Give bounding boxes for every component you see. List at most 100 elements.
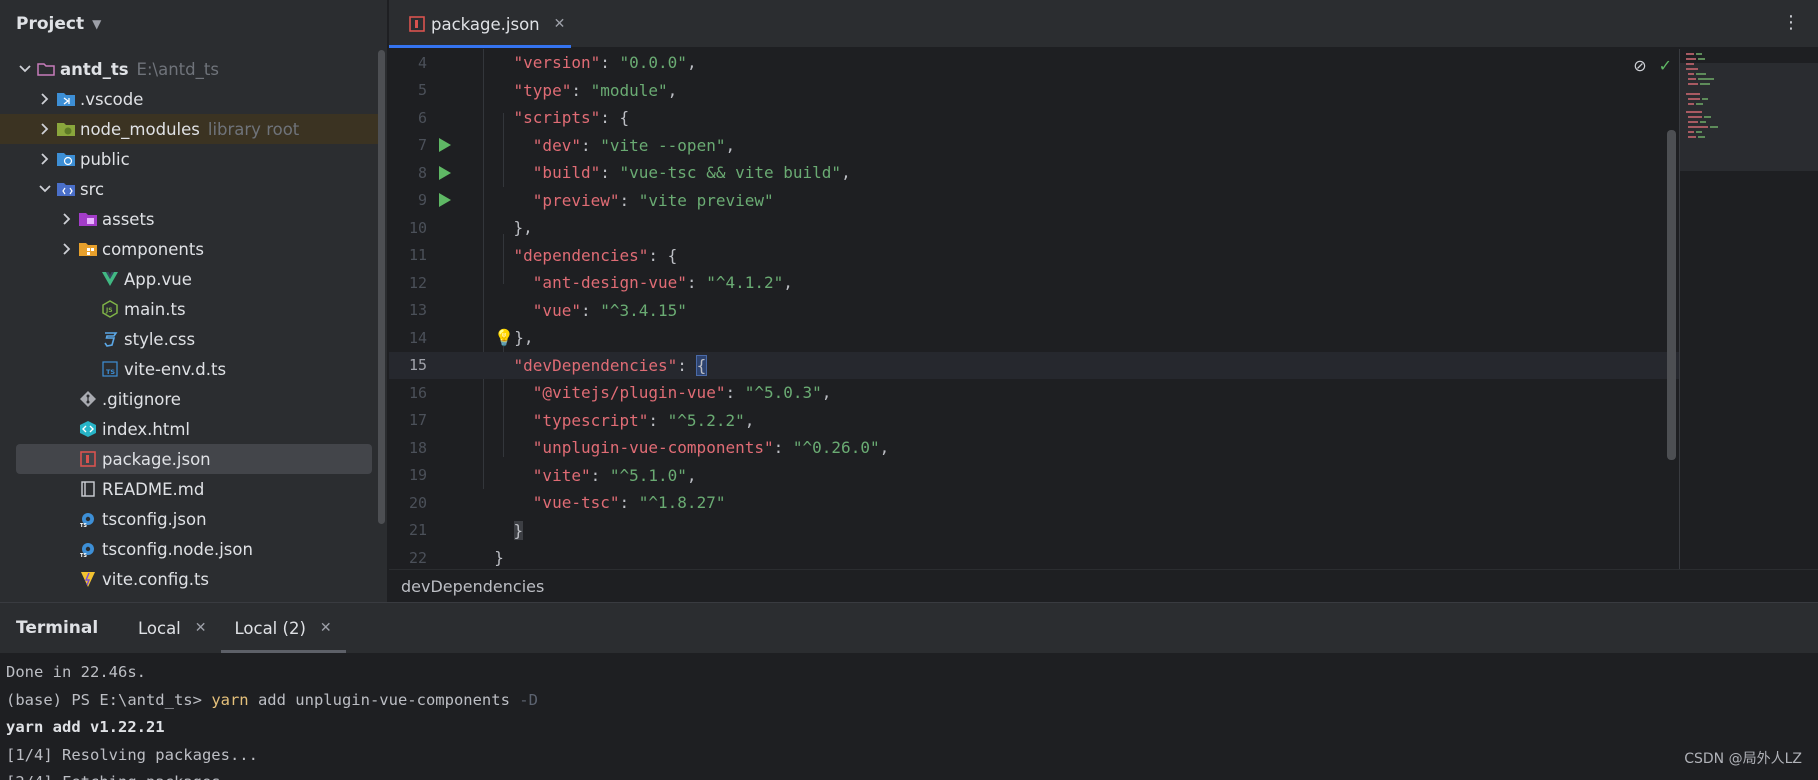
terminal-flag: -D — [519, 690, 538, 709]
line-number: 17 — [408, 411, 427, 430]
tree-item-main-ts[interactable]: JS main.ts — [0, 294, 378, 324]
project-view-selector[interactable]: Project ▼ — [0, 0, 387, 48]
run-script-icon[interactable] — [439, 138, 451, 153]
tsconfig-file-icon: TS — [78, 540, 98, 558]
tree-item-label: package.json — [102, 449, 211, 469]
svg-text:TS: TS — [80, 553, 87, 558]
tab-local-2[interactable]: Local (2) ✕ — [220, 603, 346, 653]
chevron-down-icon[interactable] — [34, 182, 56, 196]
line-number: 15 — [408, 356, 427, 375]
tree-item-label: main.ts — [124, 299, 186, 319]
tab-local[interactable]: Local ✕ — [124, 603, 221, 653]
vite-file-icon — [78, 570, 98, 588]
chevron-right-icon[interactable] — [34, 152, 56, 166]
chevron-down-icon[interactable] — [14, 62, 36, 76]
chevron-right-icon[interactable] — [34, 122, 56, 136]
watermark: CSDN @局外人LZ — [1684, 751, 1802, 767]
line-number: 12 — [408, 273, 427, 292]
tree-item-package-json[interactable]: package.json — [16, 444, 372, 474]
lightbulb-icon[interactable]: 💡 — [494, 328, 514, 347]
more-options-icon[interactable]: ⋮ — [1782, 12, 1800, 33]
tree-item-style-css[interactable]: style.css — [0, 324, 378, 354]
terminal-command-line: (base) PS E:\antd_ts> yarn add unplugin-… — [6, 687, 538, 715]
terminal-prompt: (base) PS E:\antd_ts> — [6, 690, 212, 709]
code-line-current: 15 "devDependencies": { — [389, 351, 1679, 379]
node-folder-icon — [56, 120, 76, 138]
chevron-right-icon[interactable] — [34, 92, 56, 106]
chevron-down-icon[interactable]: ▼ — [92, 17, 101, 31]
code-line: 18 "unplugin-vue-components": "^0.26.0", — [389, 434, 1679, 462]
code-editor[interactable]: 4 "version": "0.0.0", 5 "type": "module"… — [389, 49, 1679, 569]
tree-item-vite-env[interactable]: TS vite-env.d.ts — [0, 354, 378, 384]
close-icon[interactable]: ✕ — [554, 16, 566, 32]
npm-file-icon — [78, 450, 98, 468]
terminal-output[interactable]: Done in 22.46s. (base) PS E:\antd_ts> ya… — [6, 659, 538, 780]
close-icon[interactable]: ✕ — [195, 620, 207, 636]
tree-item-tsconfig[interactable]: TS tsconfig.json — [0, 504, 378, 534]
tree-item-label: antd_ts — [60, 59, 129, 79]
tree-item-index-html[interactable]: index.html — [0, 414, 378, 444]
run-script-icon[interactable] — [439, 165, 451, 180]
breadcrumb[interactable]: devDependencies — [389, 569, 1818, 602]
tree-item-antd_ts[interactable]: antd_ts E:\antd_ts — [0, 54, 378, 84]
line-number: 4 — [417, 53, 427, 72]
vue-file-icon — [100, 270, 120, 288]
tree-item-components[interactable]: components — [0, 234, 378, 264]
chevron-right-icon[interactable] — [56, 212, 78, 226]
code-line: 8 "build": "vue-tsc && vite build", — [389, 159, 1679, 187]
breadcrumb-item[interactable]: devDependencies — [401, 577, 544, 596]
editor-scrollbar[interactable] — [1667, 130, 1676, 460]
tree-item-node_modules[interactable]: node_modules library root — [0, 114, 378, 144]
line-number: 5 — [417, 81, 427, 100]
tree-item-public[interactable]: public — [0, 144, 378, 174]
check-icon[interactable]: ✓ — [1659, 56, 1672, 75]
svg-text:TS: TS — [106, 368, 115, 376]
code-text: "dev": "vite --open", — [532, 135, 736, 155]
minimap[interactable] — [1679, 49, 1818, 569]
code-line: 9 "preview": "vite preview" — [389, 187, 1679, 215]
run-script-icon[interactable] — [439, 193, 451, 208]
tree-item-app-vue[interactable]: App.vue — [0, 264, 378, 294]
chevron-right-icon[interactable] — [56, 242, 78, 256]
line-number: 6 — [417, 108, 427, 127]
minimap-preview — [1686, 53, 1718, 138]
git-file-icon — [78, 390, 98, 408]
ts-file-icon: TS — [100, 360, 120, 378]
tree-item-vite-config[interactable]: vite.config.ts — [0, 564, 378, 594]
code-text: "ant-design-vue": "^4.1.2", — [532, 273, 793, 293]
code-text: "scripts": { — [513, 108, 630, 128]
tree-item-readme[interactable]: README.md — [0, 474, 378, 504]
line-number: 20 — [408, 493, 427, 512]
npm-file-icon — [407, 15, 427, 33]
tree-item-vscode[interactable]: .vscode — [0, 84, 378, 114]
code-text: }, — [475, 218, 533, 238]
tree-item-label: vite-env.d.ts — [124, 359, 227, 379]
tree-item-assets[interactable]: assets — [0, 204, 378, 234]
tree-item-gitignore[interactable]: .gitignore — [0, 384, 378, 414]
line-number: 14 — [408, 328, 427, 347]
code-line: 10 }, — [389, 214, 1679, 242]
line-number: 7 — [417, 136, 427, 155]
tree-item-tsconfig-node[interactable]: TS tsconfig.node.json — [0, 534, 378, 564]
code-text: "unplugin-vue-components": "^0.26.0", — [532, 438, 890, 458]
project-scrollbar[interactable] — [378, 50, 385, 524]
close-icon[interactable]: ✕ — [320, 620, 332, 636]
tree-item-src[interactable]: src — [0, 174, 378, 204]
tree-item-label: assets — [102, 209, 155, 229]
folder-icon — [36, 60, 56, 78]
web-folder-icon — [56, 150, 76, 168]
code-line: 4 "version": "0.0.0", — [389, 49, 1679, 77]
code-line: 20 "vue-tsc": "^1.8.27" — [389, 489, 1679, 517]
code-line: 16 "@vitejs/plugin-vue": "^5.0.3", — [389, 379, 1679, 407]
line-number: 8 — [417, 163, 427, 182]
svg-text:TS: TS — [80, 523, 87, 528]
assets-folder-icon — [78, 210, 98, 228]
eye-off-icon[interactable]: ⊘ — [1633, 56, 1646, 75]
code-text: "typescript": "^5.2.2", — [532, 410, 755, 430]
tree-item-label: public — [80, 149, 130, 169]
tree-item-label: README.md — [102, 479, 205, 499]
tab-package-json[interactable]: package.json ✕ — [389, 0, 571, 48]
tree-item-label: .vscode — [80, 89, 144, 109]
editor-tabbar: package.json ✕ ⋮ — [389, 0, 1818, 48]
active-tab-indicator — [220, 650, 346, 653]
